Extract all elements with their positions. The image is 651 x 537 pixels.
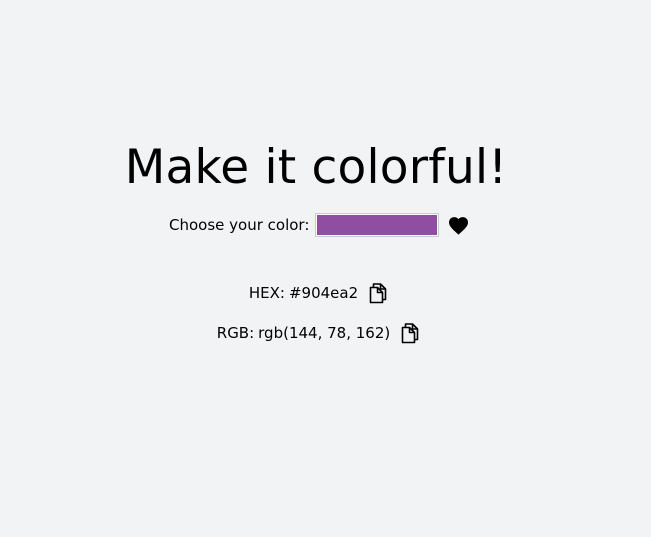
copy-icon [369, 283, 387, 304]
color-swatch [317, 215, 438, 235]
color-picker-label: Choose your color: [169, 216, 310, 234]
copy-rgb-button[interactable] [399, 321, 421, 345]
heart-icon [448, 216, 468, 235]
rgb-label: RGB: [216, 324, 255, 342]
color-picker-input[interactable] [315, 213, 440, 237]
color-picker-row: Choose your color: [169, 212, 469, 238]
copy-hex-button[interactable] [367, 281, 389, 305]
hex-label: HEX: [248, 284, 285, 302]
rgb-value: rgb(144, 78, 162) [258, 324, 391, 342]
hex-row: HEX: #904ea2 [3, 281, 635, 305]
page: Make it colorful! Choose your color: HEX… [0, 0, 651, 537]
favorite-button[interactable] [447, 214, 469, 236]
page-title: Make it colorful! [124, 140, 508, 195]
hex-value: #904ea2 [288, 284, 359, 302]
copy-icon [401, 323, 419, 344]
rgb-row: RGB: rgb(144, 78, 162) [3, 321, 635, 345]
